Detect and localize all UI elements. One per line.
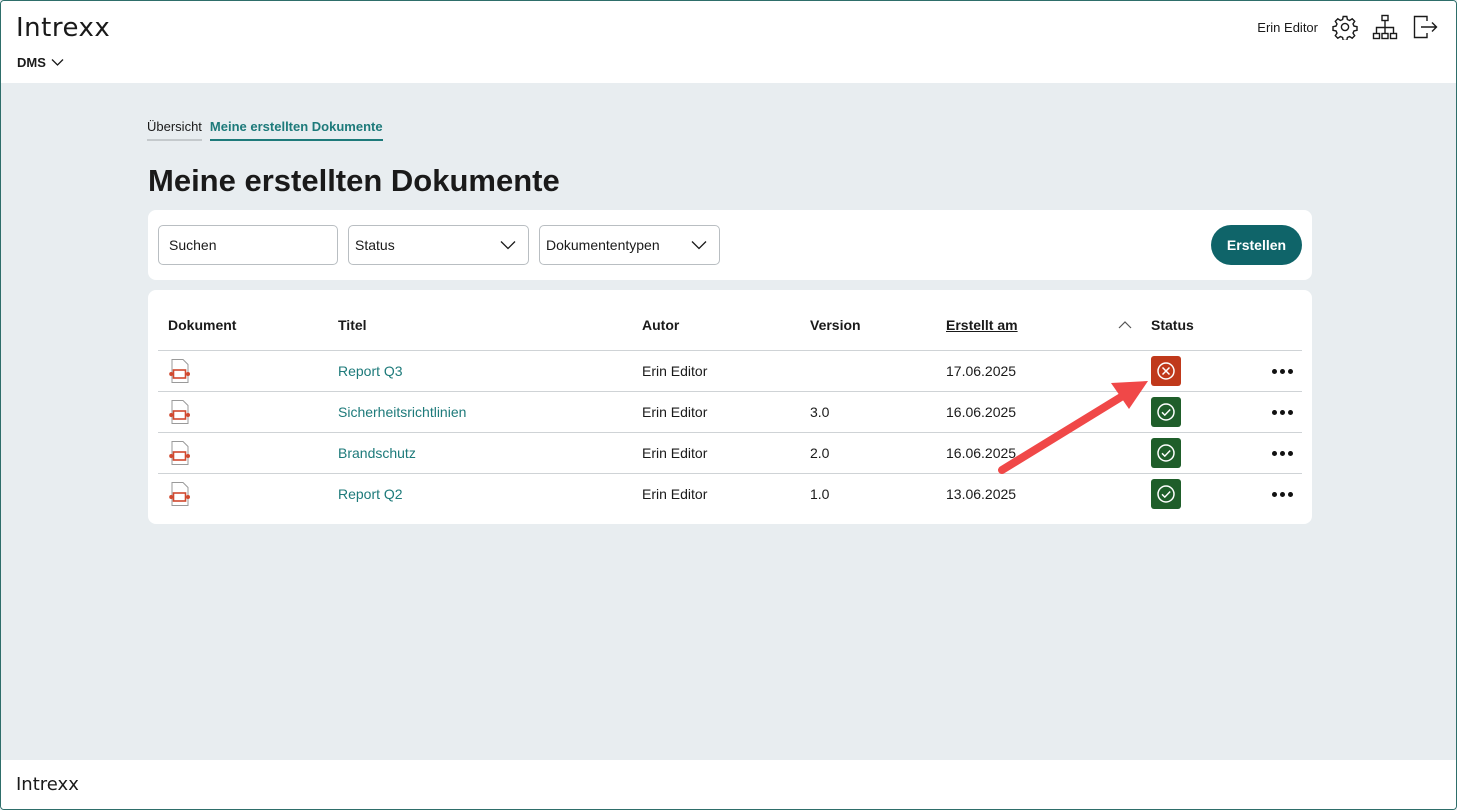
document-title-link[interactable]: Report Q2 xyxy=(338,486,403,502)
column-header-status: Status xyxy=(1151,317,1194,333)
row-divider xyxy=(158,473,1302,474)
user-name[interactable]: Erin Editor xyxy=(1257,20,1318,35)
dot-icon xyxy=(1272,368,1277,374)
tab-my-documents[interactable]: Meine erstellten Dokumente xyxy=(209,119,383,141)
status-rejected-badge[interactable] xyxy=(1151,356,1181,386)
dot-icon xyxy=(1288,409,1293,415)
document-author: Erin Editor xyxy=(642,363,708,379)
status-approved-badge[interactable] xyxy=(1151,479,1181,509)
column-header-created[interactable]: Erstellt am xyxy=(946,317,1018,333)
column-header-document: Dokument xyxy=(168,317,237,333)
row-divider xyxy=(158,432,1302,433)
dot-icon xyxy=(1280,491,1285,497)
row-more-menu[interactable] xyxy=(1272,407,1296,417)
tab-bar: Übersicht Meine erstellten Dokumente xyxy=(147,119,383,141)
chevron-down-icon xyxy=(51,59,64,66)
search-input-value: Suchen xyxy=(169,237,217,253)
dot-icon xyxy=(1288,368,1293,374)
top-header: Intrexx DMS Erin Editor xyxy=(1,1,1456,83)
sort-ascending-icon[interactable] xyxy=(1118,320,1132,329)
document-version: 2.0 xyxy=(810,445,830,461)
document-version: 1.0 xyxy=(810,486,830,502)
document-title-link[interactable]: Brandschutz xyxy=(338,445,416,461)
status-select-value: Status xyxy=(355,237,395,253)
pdf-document-icon[interactable] xyxy=(168,399,192,425)
dot-icon xyxy=(1272,409,1277,415)
document-type-select[interactable]: Dokumententypen xyxy=(539,225,720,265)
logout-icon[interactable] xyxy=(1412,14,1438,40)
filter-bar: Suchen Status Dokumententypen Erstellen xyxy=(148,210,1312,280)
status-approved-badge[interactable] xyxy=(1151,397,1181,427)
intrexx-logo[interactable]: Intrexx xyxy=(16,13,110,43)
row-more-menu[interactable] xyxy=(1272,448,1296,458)
gear-icon[interactable] xyxy=(1332,14,1358,40)
documents-table: Dokument Titel Autor Version Erstellt am… xyxy=(148,290,1312,524)
dot-icon xyxy=(1280,368,1285,374)
document-author: Erin Editor xyxy=(642,404,708,420)
footer-logo: Intrexx xyxy=(16,774,79,795)
dot-icon xyxy=(1288,450,1293,456)
app-window: Intrexx DMS Erin Editor Übersicht Meine … xyxy=(0,0,1457,810)
tab-overview[interactable]: Übersicht xyxy=(147,119,202,141)
dot-icon xyxy=(1280,450,1285,456)
page-title: Meine erstellten Dokumente xyxy=(148,163,560,198)
status-approved-badge[interactable] xyxy=(1151,438,1181,468)
document-created-date: 16.06.2025 xyxy=(946,404,1017,420)
document-author: Erin Editor xyxy=(642,486,708,502)
app-switcher-label: DMS xyxy=(17,55,46,70)
document-created-date: 17.06.2025 xyxy=(946,363,1017,379)
dot-icon xyxy=(1280,409,1285,415)
app-switcher[interactable]: DMS xyxy=(17,55,64,70)
document-created-date: 16.06.2025 xyxy=(946,445,1017,461)
check-circle-icon xyxy=(1157,444,1175,462)
sitemap-icon[interactable] xyxy=(1372,14,1398,40)
check-circle-icon xyxy=(1157,403,1175,421)
dot-icon xyxy=(1288,491,1293,497)
row-more-menu[interactable] xyxy=(1272,366,1296,376)
row-divider xyxy=(158,350,1302,351)
pdf-document-icon[interactable] xyxy=(168,481,192,507)
document-type-select-value: Dokumententypen xyxy=(546,237,660,253)
pdf-document-icon[interactable] xyxy=(168,358,192,384)
chevron-down-icon xyxy=(691,241,707,250)
status-select[interactable]: Status xyxy=(348,225,529,265)
x-circle-icon xyxy=(1157,362,1175,380)
document-author: Erin Editor xyxy=(642,445,708,461)
row-divider xyxy=(158,391,1302,392)
dot-icon xyxy=(1272,450,1277,456)
dot-icon xyxy=(1272,491,1277,497)
pdf-document-icon[interactable] xyxy=(168,440,192,466)
column-header-title: Titel xyxy=(338,317,367,333)
header-actions: Erin Editor xyxy=(1257,14,1438,40)
check-circle-icon xyxy=(1157,485,1175,503)
chevron-down-icon xyxy=(500,241,516,250)
document-version: 3.0 xyxy=(810,404,830,420)
column-header-author: Autor xyxy=(642,317,680,333)
document-title-link[interactable]: Sicherheitsrichtlinien xyxy=(338,404,466,420)
search-input[interactable]: Suchen xyxy=(158,225,338,265)
document-created-date: 13.06.2025 xyxy=(946,486,1017,502)
row-more-menu[interactable] xyxy=(1272,489,1296,499)
create-button[interactable]: Erstellen xyxy=(1211,225,1302,265)
footer: Intrexx xyxy=(1,760,1456,809)
column-header-version: Version xyxy=(810,317,861,333)
document-title-link[interactable]: Report Q3 xyxy=(338,363,403,379)
